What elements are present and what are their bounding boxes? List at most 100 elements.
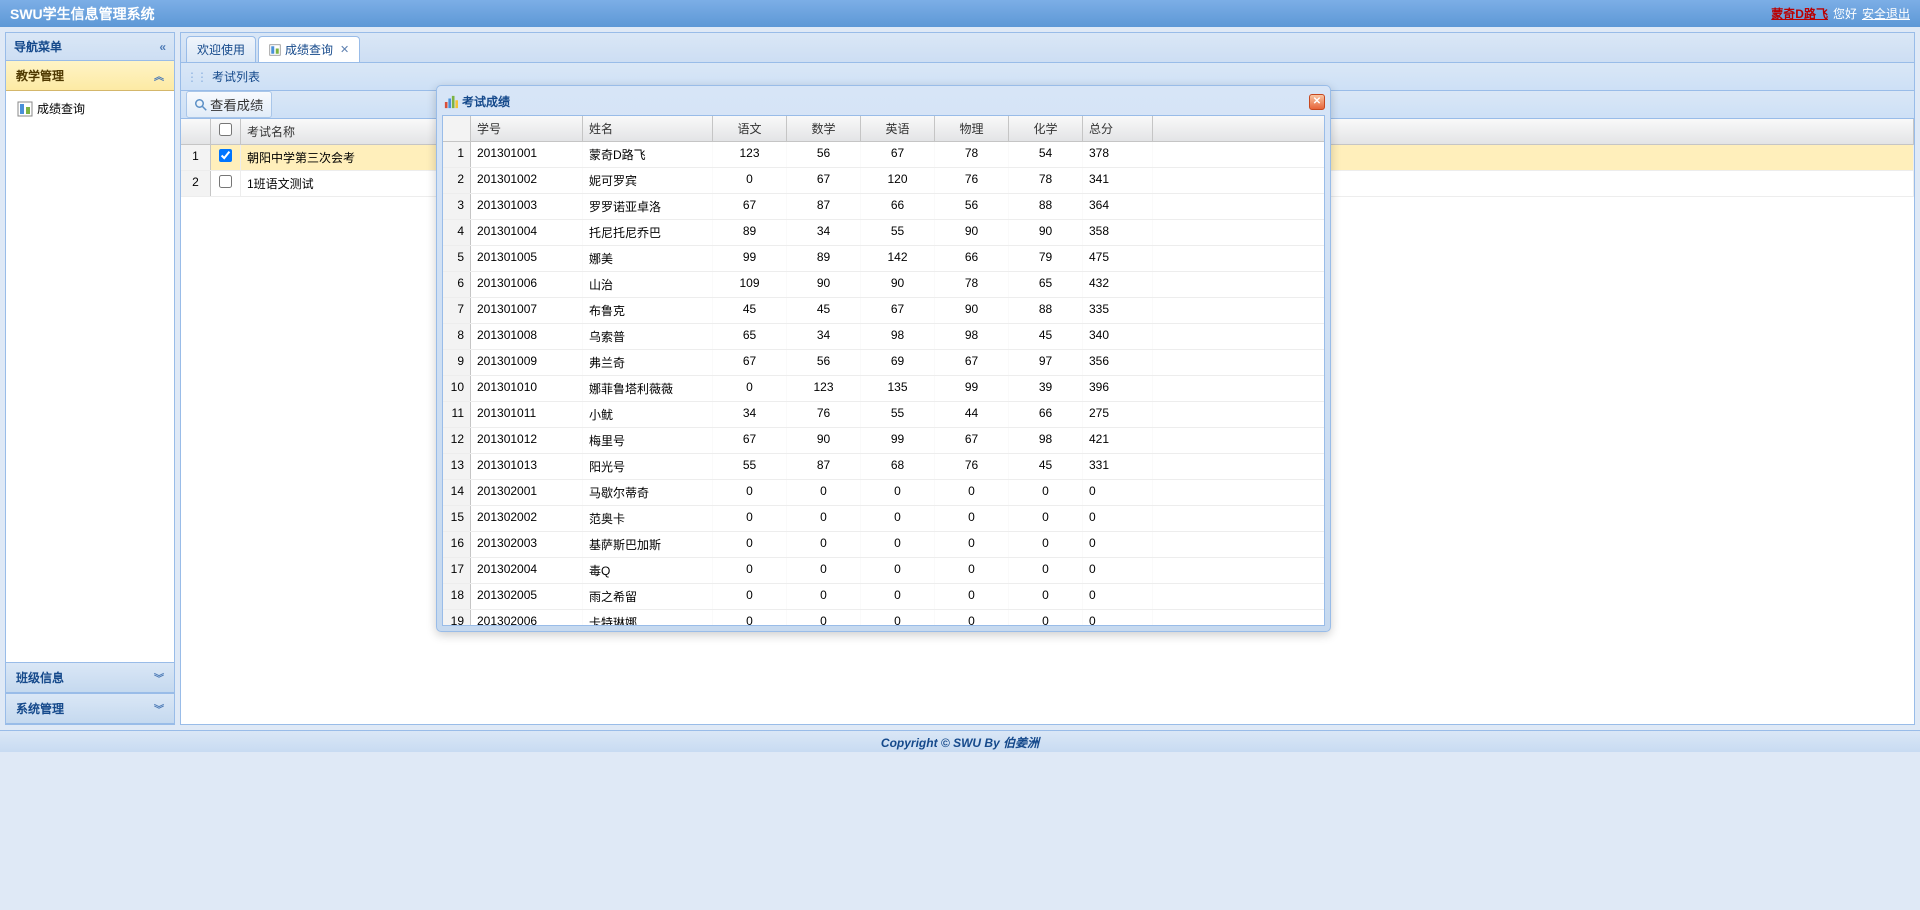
sidebar-collapse-icon[interactable]: « xyxy=(159,40,166,54)
score-cell: 0 xyxy=(713,506,787,531)
score-cell: 39 xyxy=(1009,376,1083,401)
student-name-cell: 雨之希留 xyxy=(583,584,713,609)
total-cell: 275 xyxy=(1083,402,1153,427)
accordion-teaching-mgmt[interactable]: 教学管理 ︽ xyxy=(6,61,174,91)
tab-bar: 欢迎使用 成绩查询 ✕ xyxy=(181,33,1914,63)
score-cell: 0 xyxy=(935,480,1009,505)
row-checkbox[interactable] xyxy=(211,171,241,196)
student-id-cell: 201301008 xyxy=(471,324,583,349)
score-row[interactable]: 16201302003基萨斯巴加斯000000 xyxy=(443,532,1324,558)
score-cell: 0 xyxy=(1009,610,1083,625)
student-name-cell: 蒙奇D路飞 xyxy=(583,142,713,167)
student-id-cell: 201301012 xyxy=(471,428,583,453)
accordion-class-info[interactable]: 班级信息 ︾ xyxy=(6,662,174,693)
tab-close-icon[interactable]: ✕ xyxy=(340,43,349,56)
score-row[interactable]: 3201301003罗罗诺亚卓洛6787665688364 xyxy=(443,194,1324,220)
logout-link[interactable]: 安全退出 xyxy=(1862,5,1910,22)
score-row[interactable]: 2201301002妮可罗宾0671207678341 xyxy=(443,168,1324,194)
score-cell: 45 xyxy=(713,298,787,323)
student-id-cell: 201302006 xyxy=(471,610,583,625)
col-student-id[interactable]: 学号 xyxy=(471,116,583,141)
student-name-cell: 娜菲鲁塔利薇薇 xyxy=(583,376,713,401)
main-content: 欢迎使用 成绩查询 ✕ ⋮⋮ 考试列表 查看成绩 考试名称 1朝阳 xyxy=(180,32,1915,725)
student-name-cell: 布鲁克 xyxy=(583,298,713,323)
col-chemistry[interactable]: 化学 xyxy=(1009,116,1083,141)
score-cell: 0 xyxy=(861,532,935,557)
score-cell: 67 xyxy=(713,194,787,219)
score-cell: 90 xyxy=(861,272,935,297)
score-row[interactable]: 12201301012梅里号6790996798421 xyxy=(443,428,1324,454)
score-cell: 0 xyxy=(713,480,787,505)
score-row[interactable]: 18201302005雨之希留000000 xyxy=(443,584,1324,610)
score-row[interactable]: 1201301001蒙奇D路飞12356677854378 xyxy=(443,142,1324,168)
footer-copyright: Copyright © SWU By 伯姜洲 xyxy=(0,730,1920,752)
student-name-cell: 妮可罗宾 xyxy=(583,168,713,193)
row-number: 2 xyxy=(443,168,471,193)
score-row[interactable]: 9201301009弗兰奇6756696797356 xyxy=(443,350,1324,376)
col-physics[interactable]: 物理 xyxy=(935,116,1009,141)
score-cell: 0 xyxy=(935,506,1009,531)
nav-sidebar: 导航菜单 « 教学管理 ︽ 成绩查询 班级信息 ︾ 系统管理 ︾ xyxy=(5,32,175,725)
row-number: 17 xyxy=(443,558,471,583)
row-checkbox[interactable] xyxy=(211,145,241,170)
current-user-link[interactable]: 蒙奇D路飞 xyxy=(1771,5,1828,22)
student-id-cell: 201301010 xyxy=(471,376,583,401)
score-row[interactable]: 10201301010娜菲鲁塔利薇薇01231359939396 xyxy=(443,376,1324,402)
modal-close-button[interactable]: ✕ xyxy=(1309,94,1325,110)
score-row[interactable]: 8201301008乌索普6534989845340 xyxy=(443,324,1324,350)
score-row[interactable]: 19201302006卡特琳娜000000 xyxy=(443,610,1324,625)
modal-title-text: 考试成绩 xyxy=(462,93,510,110)
score-row[interactable]: 17201302004毒Q000000 xyxy=(443,558,1324,584)
col-student-name[interactable]: 姓名 xyxy=(583,116,713,141)
row-number: 19 xyxy=(443,610,471,625)
col-math[interactable]: 数学 xyxy=(787,116,861,141)
row-number: 2 xyxy=(181,171,211,196)
student-name-cell: 梅里号 xyxy=(583,428,713,453)
score-cell: 0 xyxy=(861,506,935,531)
tab-label: 欢迎使用 xyxy=(197,41,245,58)
tab-welcome[interactable]: 欢迎使用 xyxy=(186,36,256,62)
score-row[interactable]: 15201302002范奥卡000000 xyxy=(443,506,1324,532)
col-header-checkbox[interactable] xyxy=(211,119,241,144)
score-row[interactable]: 6201301006山治10990907865432 xyxy=(443,272,1324,298)
tab-label: 成绩查询 xyxy=(285,41,333,58)
score-row[interactable]: 4201301004托尼托尼乔巴8934559090358 xyxy=(443,220,1324,246)
total-cell: 0 xyxy=(1083,506,1153,531)
student-id-cell: 201301005 xyxy=(471,246,583,271)
row-number: 10 xyxy=(443,376,471,401)
total-cell: 340 xyxy=(1083,324,1153,349)
score-row[interactable]: 13201301013阳光号5587687645331 xyxy=(443,454,1324,480)
col-chinese[interactable]: 语文 xyxy=(713,116,787,141)
col-total[interactable]: 总分 xyxy=(1083,116,1153,141)
score-row[interactable]: 5201301005娜美99891426679475 xyxy=(443,246,1324,272)
score-cell: 90 xyxy=(935,220,1009,245)
total-cell: 421 xyxy=(1083,428,1153,453)
score-row[interactable]: 7201301007布鲁克4545679088335 xyxy=(443,298,1324,324)
score-cell: 54 xyxy=(1009,142,1083,167)
app-title: SWU学生信息管理系统 xyxy=(10,4,155,24)
score-cell: 67 xyxy=(861,142,935,167)
row-number: 8 xyxy=(443,324,471,349)
score-grid-body[interactable]: 1201301001蒙奇D路飞123566778543782201301002妮… xyxy=(443,142,1324,625)
total-cell: 0 xyxy=(1083,480,1153,505)
accordion-label: 教学管理 xyxy=(16,67,64,84)
col-english[interactable]: 英语 xyxy=(861,116,935,141)
score-cell: 88 xyxy=(1009,194,1083,219)
score-cell: 98 xyxy=(935,324,1009,349)
greeting-text: 您好 xyxy=(1833,5,1857,22)
score-row[interactable]: 14201302001马歇尔蒂奇000000 xyxy=(443,480,1324,506)
score-cell: 99 xyxy=(861,428,935,453)
row-number: 5 xyxy=(443,246,471,271)
tree-node-score-query[interactable]: 成绩查询 xyxy=(11,96,169,121)
score-cell: 0 xyxy=(787,610,861,625)
total-cell: 396 xyxy=(1083,376,1153,401)
toolbar-drag-handle[interactable]: ⋮⋮ xyxy=(186,70,206,84)
score-row[interactable]: 11201301011小鱿3476554466275 xyxy=(443,402,1324,428)
score-cell: 68 xyxy=(861,454,935,479)
tab-score-query[interactable]: 成绩查询 ✕ xyxy=(258,36,360,62)
accordion-system-mgmt[interactable]: 系统管理 ︾ xyxy=(6,693,174,724)
view-score-button[interactable]: 查看成绩 xyxy=(186,91,272,118)
score-cell: 66 xyxy=(861,194,935,219)
student-name-cell: 托尼托尼乔巴 xyxy=(583,220,713,245)
chevron-down-icon: ︾ xyxy=(154,701,164,716)
